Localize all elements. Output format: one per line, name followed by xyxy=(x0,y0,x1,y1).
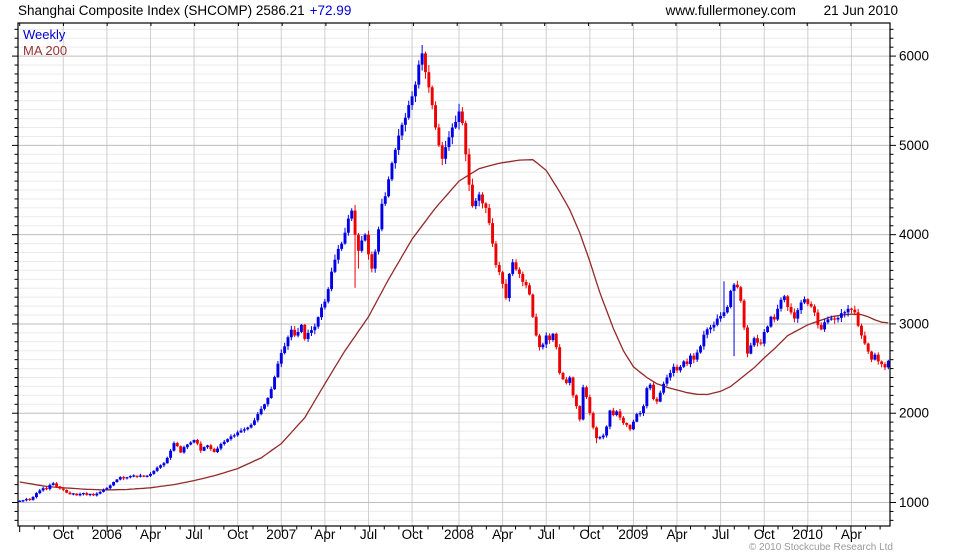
svg-text:6000: 6000 xyxy=(899,49,929,64)
price-chart: 1000 2000 3000 4000 5000 6000 Oct 2006 Apr Jul Oct… xyxy=(12,22,929,542)
svg-text:1000: 1000 xyxy=(899,495,929,510)
copyright-label: © 2010 Stockcube Research Ltd xyxy=(748,542,893,553)
svg-text:Oct: Oct xyxy=(53,527,74,542)
svg-text:4000: 4000 xyxy=(899,227,929,242)
svg-text:2010: 2010 xyxy=(793,527,823,542)
svg-text:Apr: Apr xyxy=(314,527,336,542)
chart-title: Shanghai Composite Index (SHCOMP) 2586.2… xyxy=(18,3,305,18)
legend-ma-label: MA 200 xyxy=(23,43,68,58)
svg-text:Oct: Oct xyxy=(402,527,423,542)
svg-text:Apr: Apr xyxy=(667,527,689,542)
svg-text:Jul: Jul xyxy=(538,527,555,542)
svg-text:Jul: Jul xyxy=(360,527,377,542)
svg-text:Oct: Oct xyxy=(579,527,600,542)
svg-text:Jul: Jul xyxy=(712,527,729,542)
header-right: www.fullermoney.com 21 Jun 2010 xyxy=(642,3,898,18)
svg-text:Jul: Jul xyxy=(185,527,202,542)
website-label: www.fullermoney.com xyxy=(665,3,796,18)
svg-text:2009: 2009 xyxy=(618,527,648,542)
legend-weekly-label: Weekly xyxy=(23,27,66,42)
date-label: 21 Jun 2010 xyxy=(823,3,898,18)
svg-text:Apr: Apr xyxy=(140,527,162,542)
svg-text:2008: 2008 xyxy=(444,527,474,542)
svg-text:Oct: Oct xyxy=(227,527,248,542)
svg-text:Apr: Apr xyxy=(841,527,863,542)
svg-text:2006: 2006 xyxy=(92,527,122,542)
svg-text:Apr: Apr xyxy=(492,527,514,542)
svg-text:Oct: Oct xyxy=(754,527,775,542)
svg-text:2000: 2000 xyxy=(899,406,929,421)
svg-text:2007: 2007 xyxy=(266,527,296,542)
svg-text:5000: 5000 xyxy=(899,138,929,153)
svg-text:3000: 3000 xyxy=(899,316,929,331)
chart-window: 1000 2000 3000 4000 5000 6000 Oct 2006 Apr Jul Oct… xyxy=(0,0,980,560)
page-title: Shanghai Composite Index (SHCOMP) 2586.2… xyxy=(18,3,351,18)
price-change: +72.99 xyxy=(309,3,352,18)
chart-legend: Weekly MA 200 xyxy=(23,27,67,59)
